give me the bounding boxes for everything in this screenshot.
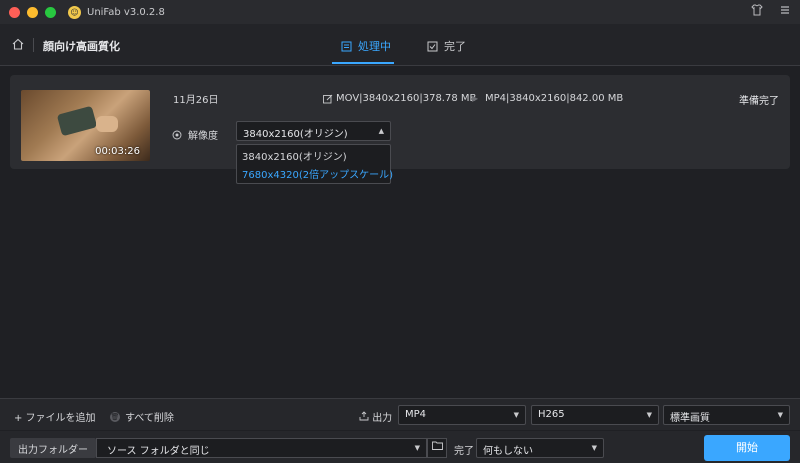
after-done-select[interactable]: 何もしない ▼ [476,438,604,458]
resolution-label: 解像度 [188,131,218,142]
maximize-window-button[interactable] [45,6,56,18]
source-info: MOV|3840x2160|378.78 MB [323,93,476,104]
window-controls [9,6,56,18]
trash-icon: 🗑 [110,411,120,422]
source-info-text: MOV|3840x2160|378.78 MB [336,93,477,104]
menu-icon[interactable] [778,4,792,18]
home-icon[interactable] [11,37,25,51]
app-logo-icon: ☺ [68,5,81,19]
minimize-window-button[interactable] [27,6,38,18]
header: 顔向け高画質化 処理中 完了 [0,24,800,66]
resolution-select[interactable]: 3840x2160(オリジン) ▲ [236,121,391,141]
format-select[interactable]: MP4 ▼ [398,405,526,425]
app-title: UniFab v3.0.2.8 [87,6,165,18]
toolbar: + ファイルを追加 🗑 すべて削除 出力 MP4 ▼ H265 ▼ 標準画質 ▼ [0,398,800,430]
caret-down-icon: ▼ [646,411,652,419]
task-date: 11月26日 [173,95,219,106]
status-text: 準備完了 [739,96,779,107]
delete-all-label: すべて削除 [125,413,174,424]
quality-select[interactable]: 標準画質 ▼ [663,405,790,425]
tab-done-label: 完了 [444,40,466,53]
tab-processing-label: 処理中 [358,40,391,53]
radio-icon [172,130,182,139]
header-divider [33,38,34,52]
task-card: 00:03:26 11月26日 MOV|3840x2160|378.78 MB … [10,75,790,169]
resolution-label-row: 解像度 [172,127,218,142]
tab-processing[interactable]: 処理中 [341,38,391,54]
video-thumbnail[interactable]: 00:03:26 [21,90,150,161]
video-duration: 00:03:26 [95,146,140,157]
output-folder-label: 出力フォルダー [10,438,96,458]
caret-down-icon: ▼ [513,411,519,419]
footer: 出力フォルダー ソース フォルダと同じ ▼ 完了 何もしない ▼ 開始 [0,431,800,463]
caret-down-icon: ▼ [591,444,597,452]
active-tab-indicator [332,62,394,64]
tab-done[interactable]: 完了 [427,38,466,54]
output-label-row: 出力 [359,409,392,424]
output-label: 出力 [372,413,393,424]
resolution-option-2x-upscale[interactable]: 7680x4320(2倍アップスケール) [237,163,393,181]
export-icon [359,411,369,421]
title-bar: ☺ UniFab v3.0.2.8 [0,0,800,24]
codec-select[interactable]: H265 ▼ [531,405,659,425]
output-info: MP4|3840x2160|842.00 MB [485,93,624,104]
done-list-icon [427,41,438,51]
processing-list-icon [341,41,352,51]
output-folder-value: ソース フォルダと同じ [107,446,210,457]
page-title: 顔向け高画質化 [43,40,120,53]
codec-value: H265 [538,409,565,420]
shirt-icon[interactable] [750,4,764,18]
resolution-dropdown: 3840x2160(オリジン) 7680x4320(2倍アップスケール) [236,144,393,184]
resolution-option-original[interactable]: 3840x2160(オリジン) [237,145,390,163]
after-done-value: 何もしない [483,446,533,457]
format-value: MP4 [405,409,427,420]
start-button[interactable]: 開始 [704,435,790,461]
resolution-selected-value: 3840x2160(オリジン) [243,129,348,140]
folder-icon[interactable] [427,438,447,458]
delete-all-button[interactable]: 🗑 すべて削除 [110,409,174,424]
add-file-button[interactable]: + ファイルを追加 [14,409,96,424]
quality-value: 標準画質 [670,413,710,424]
arrow-right-icon: ▶ [472,94,479,103]
done-label: 完了 [454,446,474,457]
caret-down-icon: ▼ [777,411,783,419]
caret-up-icon: ▲ [378,127,384,135]
close-window-button[interactable] [9,6,20,18]
caret-down-icon: ▼ [414,444,420,452]
edit-icon[interactable] [323,94,333,104]
output-folder-select[interactable]: ソース フォルダと同じ ▼ [96,438,427,458]
